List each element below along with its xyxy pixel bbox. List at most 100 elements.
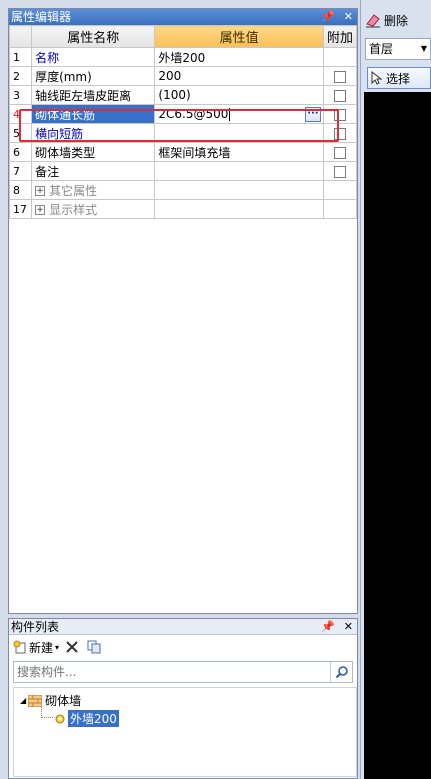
delete-tool-label: 删除 xyxy=(384,13,409,28)
component-list-titlebar: 构件列表 📌 ✕ xyxy=(9,619,357,635)
row-number: 5 xyxy=(8,123,33,143)
property-table: 属性名称 属性值 附加 1 名称 外墙200 2 厚度(mm) 200 3 轴线… xyxy=(8,25,358,219)
extra-checkbox-cell xyxy=(322,142,358,162)
extra-checkbox[interactable] xyxy=(333,108,346,121)
property-name[interactable]: 砌体墙类型 xyxy=(31,142,156,162)
property-name[interactable]: 厚度(mm) xyxy=(31,66,156,86)
row-number: 1 xyxy=(8,47,33,67)
search-icon xyxy=(335,666,348,679)
floor-select-value: 首层 xyxy=(369,42,394,56)
property-group-other[interactable]: 8 + 其它属性 xyxy=(8,180,358,200)
pin-icon[interactable]: 📌 xyxy=(321,619,335,635)
property-value-editor[interactable]: 2C6.5@500 ··· xyxy=(154,104,324,124)
floor-select[interactable]: 首层 ▼ xyxy=(365,38,431,60)
property-value-input[interactable]: 2C6.5@500 xyxy=(158,107,228,121)
copy-icon xyxy=(87,640,101,654)
close-icon[interactable]: ✕ xyxy=(344,619,353,635)
property-group-display[interactable]: 17 + 显示样式 xyxy=(8,199,358,219)
cursor-icon xyxy=(371,71,383,85)
property-name[interactable]: 砌体通长筋 xyxy=(31,104,156,124)
delete-icon xyxy=(66,641,78,653)
property-name[interactable]: 轴线距左墙皮距离 xyxy=(31,85,156,105)
component-tree: ◢ 砌体墙 外墙200 xyxy=(13,687,357,777)
header-property-name[interactable]: 属性名称 xyxy=(31,25,156,48)
tree-item-masonry-wall[interactable]: ◢ 砌体墙 xyxy=(20,692,81,709)
extra-cell xyxy=(322,199,358,219)
collapse-icon[interactable]: ◢ xyxy=(20,696,26,705)
pin-icon[interactable]: 📌 xyxy=(321,9,335,25)
property-value[interactable] xyxy=(154,161,324,181)
row-number: 2 xyxy=(8,66,33,86)
extra-cell xyxy=(322,180,358,200)
new-label: 新建 xyxy=(29,640,54,655)
expand-icon[interactable]: + xyxy=(35,186,46,196)
copy-button[interactable] xyxy=(87,640,103,654)
component-gear-icon xyxy=(55,714,65,723)
extra-checkbox[interactable] xyxy=(333,146,346,159)
property-value[interactable]: (100) xyxy=(154,85,324,105)
extra-checkbox-cell xyxy=(322,104,358,124)
extra-checkbox[interactable] xyxy=(333,127,346,140)
property-row-masonry-rebar[interactable]: 4 砌体通长筋 2C6.5@500 ··· xyxy=(8,104,358,124)
search-button[interactable] xyxy=(330,662,352,682)
property-value[interactable]: 200 xyxy=(154,66,324,86)
select-tool-label: 选择 xyxy=(386,71,411,86)
header-extra[interactable]: 附加 xyxy=(322,25,358,48)
new-icon xyxy=(13,640,26,654)
header-property-value[interactable]: 属性值 xyxy=(154,25,324,48)
property-row-axis-offset[interactable]: 3 轴线距左墙皮距离 (100) xyxy=(8,85,358,105)
drawing-canvas[interactable] xyxy=(364,92,431,779)
property-value xyxy=(154,199,324,219)
extra-cell xyxy=(322,47,358,67)
tree-item-label: 外墙200 xyxy=(68,710,119,727)
search-input[interactable] xyxy=(14,662,314,682)
row-number: 3 xyxy=(8,85,33,105)
extra-checkbox-cell xyxy=(322,66,358,86)
chevron-down-icon[interactable]: ▼ xyxy=(421,39,427,59)
row-number: 7 xyxy=(8,161,33,181)
select-tool-button[interactable]: 选择 xyxy=(367,67,431,89)
header-num xyxy=(8,25,33,48)
extra-checkbox-cell xyxy=(322,161,358,181)
ellipsis-button[interactable]: ··· xyxy=(304,107,321,122)
property-row-thickness[interactable]: 2 厚度(mm) 200 xyxy=(8,66,358,86)
extra-checkbox[interactable] xyxy=(333,89,346,102)
row-number: 17 xyxy=(8,199,33,219)
property-name[interactable]: 横向短筋 xyxy=(31,123,156,143)
property-name[interactable]: 名称 xyxy=(31,47,156,67)
close-icon[interactable]: ✕ xyxy=(344,9,353,25)
row-number: 4 xyxy=(8,104,33,124)
property-editor-title: 属性编辑器 xyxy=(11,10,72,24)
component-list-toolbar: 新建 ▾ xyxy=(9,635,357,659)
property-row-transverse-rebar[interactable]: 5 横向短筋 xyxy=(8,123,358,143)
property-name[interactable]: 备注 xyxy=(31,161,156,181)
delete-button[interactable] xyxy=(65,640,81,654)
tree-item-exterior-wall[interactable]: 外墙200 xyxy=(54,710,119,727)
group-label: 其它属性 xyxy=(49,183,98,198)
dropdown-arrow-icon[interactable]: ▾ xyxy=(55,643,59,652)
property-row-remark[interactable]: 7 备注 xyxy=(8,161,358,181)
wall-category-icon xyxy=(28,694,43,707)
property-editor-panel: 属性编辑器 📌 ✕ 属性名称 属性值 附加 1 名称 外墙200 2 厚度(mm… xyxy=(8,8,358,614)
property-value[interactable]: 外墙200 xyxy=(154,47,324,67)
text-caret xyxy=(229,108,231,121)
expand-icon[interactable]: + xyxy=(35,205,46,215)
property-value xyxy=(154,180,324,200)
component-list-title: 构件列表 xyxy=(11,620,60,634)
property-group-name[interactable]: + 其它属性 xyxy=(31,180,156,200)
row-number: 6 xyxy=(8,142,33,162)
property-row-name[interactable]: 1 名称 外墙200 xyxy=(8,47,358,67)
row-number: 8 xyxy=(8,180,33,200)
new-button[interactable]: 新建 ▾ xyxy=(13,639,59,656)
delete-tool-button[interactable]: 删除 xyxy=(365,8,408,32)
property-value[interactable] xyxy=(154,123,324,143)
extra-checkbox[interactable] xyxy=(333,165,346,178)
extra-checkbox-cell xyxy=(322,123,358,143)
property-group-name[interactable]: + 显示样式 xyxy=(31,199,156,219)
property-row-wall-type[interactable]: 6 砌体墙类型 框架间填充墙 xyxy=(8,142,358,162)
property-value[interactable]: 框架间填充墙 xyxy=(154,142,324,162)
property-table-header: 属性名称 属性值 附加 xyxy=(8,25,358,48)
tree-connector xyxy=(41,717,53,718)
group-label: 显示样式 xyxy=(49,202,98,217)
extra-checkbox[interactable] xyxy=(333,70,346,83)
